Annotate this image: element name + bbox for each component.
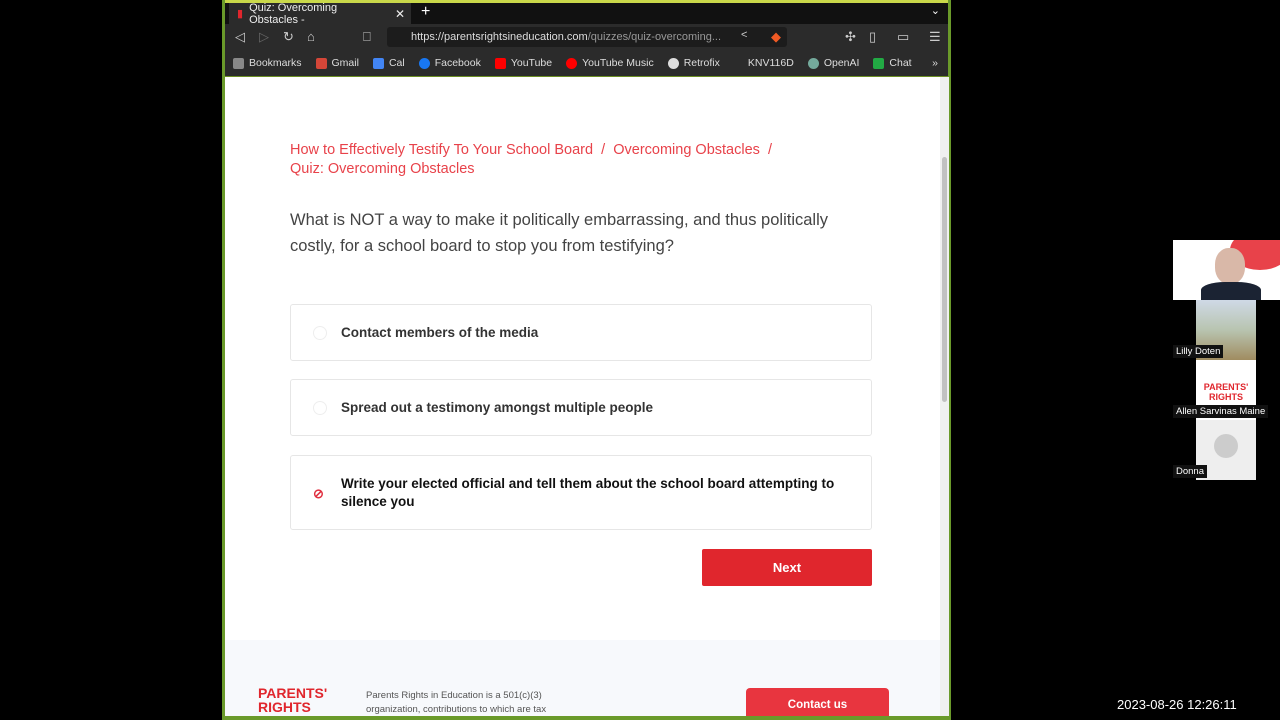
- back-icon[interactable]: ◁: [235, 29, 245, 45]
- radio-icon[interactable]: [313, 400, 327, 415]
- bookmark-label: Gmail: [331, 57, 359, 69]
- breadcrumb-separator: /: [601, 142, 606, 158]
- option-label: Contact members of the media: [341, 324, 539, 340]
- next-label: Next: [772, 560, 802, 575]
- scrollbar-thumb[interactable]: [942, 157, 947, 402]
- bookmark-item[interactable]: Gmail: [315, 57, 359, 69]
- browser-window: ▮ Quiz: Overcoming Obstacles - ✕ + ⌄ ◁ ▷…: [222, 0, 951, 720]
- radio-icon[interactable]: [313, 325, 327, 340]
- bookmark-item[interactable]: Facebook: [418, 57, 481, 69]
- bookmark-label: Bookmarks: [249, 57, 302, 69]
- tab-quiz[interactable]: ▮ Quiz: Overcoming Obstacles - ✕: [229, 1, 411, 26]
- bookmark-item[interactable]: YouTube Music: [566, 57, 654, 69]
- youtube-music-icon: [566, 57, 578, 69]
- favicon-icon: ▮: [237, 8, 244, 20]
- bookmark-item[interactable]: Bookmarks: [233, 57, 302, 69]
- chevron-down-icon[interactable]: ⌄: [931, 4, 940, 17]
- sidebar-icon[interactable]: ▯: [869, 29, 876, 45]
- parents-rights-logo: PARENTS' RIGHTS: [258, 685, 328, 715]
- globe-icon: [667, 57, 679, 69]
- breadcrumb-lesson[interactable]: Overcoming Obstacles: [613, 142, 760, 158]
- answer-option[interactable]: Contact members of the media: [290, 304, 872, 361]
- close-tab-icon[interactable]: ✕: [395, 7, 405, 21]
- bookmark-item[interactable]: OpenAI: [807, 57, 860, 69]
- participant-name: Allen Sarvinas Maine: [1173, 405, 1269, 418]
- bookmark-label: Chat: [889, 57, 912, 69]
- bookmark-item[interactable]: Chat: [873, 57, 912, 69]
- option-label: Write your elected official and tell the…: [341, 475, 835, 509]
- more-bookmarks-icon[interactable]: »: [932, 57, 938, 69]
- option-label: Spread out a testimony amongst multiple …: [341, 399, 654, 415]
- new-tab-icon[interactable]: +: [421, 3, 430, 21]
- facebook-icon: [418, 57, 430, 69]
- bookmark-label: KNV116D: [747, 57, 794, 69]
- forward-icon[interactable]: ▷: [259, 29, 269, 45]
- page-content: How to Effectively Testify To Your Schoo…: [225, 77, 940, 716]
- check-circle-icon[interactable]: ⊘: [313, 485, 324, 503]
- breadcrumb-course[interactable]: How to Effectively Testify To Your Schoo…: [290, 142, 593, 158]
- timestamp: 2023-08-26 12:26:11: [1117, 697, 1237, 712]
- share-icon[interactable]: <: [741, 29, 747, 41]
- breadcrumb-quiz[interactable]: Quiz: Overcoming Obstacles: [290, 161, 475, 177]
- youtube-icon: [494, 57, 506, 69]
- bookmark-label: YouTube Music: [582, 57, 654, 69]
- scrollbar[interactable]: [940, 77, 949, 716]
- bookmark-label: Facebook: [434, 57, 481, 69]
- wallet-icon[interactable]: ▭: [897, 29, 909, 45]
- extensions-icon[interactable]: ✣: [845, 29, 856, 45]
- tab-bar: ▮ Quiz: Overcoming Obstacles - ✕ + ⌄: [225, 0, 948, 26]
- footer: PARENTS' RIGHTS Parents Rights in Educati…: [225, 640, 940, 716]
- footer-text: Parents Rights in Education is a 501(c)(…: [366, 690, 547, 715]
- answer-option[interactable]: Spread out a testimony amongst multiple …: [290, 379, 872, 436]
- next-button[interactable]: Next: [702, 549, 872, 586]
- bookmark-item[interactable]: YouTube: [494, 57, 553, 69]
- toolbar: ◁ ▷ ↻ ⌂ ⎕ https://parentsrightsineducati…: [225, 24, 948, 50]
- folder-icon: [233, 57, 244, 69]
- participant-name: Lilly Doten: [1173, 345, 1224, 358]
- tab-title: Quiz: Overcoming Obstacles -: [249, 1, 338, 26]
- bookmark-icon[interactable]: ⎕: [363, 29, 371, 45]
- bookmark-label: YouTube: [510, 57, 553, 69]
- breadcrumb: How to Effectively Testify To Your Schoo…: [290, 141, 850, 179]
- contact-us-button[interactable]: Contact us: [746, 688, 889, 716]
- bookmark-item[interactable]: KNV116D: [748, 57, 794, 69]
- address-bar[interactable]: https://parentsrightsineducation.com/qui…: [387, 27, 787, 47]
- bookmark-label: Cal: [388, 57, 405, 69]
- bookmarks-bar: Bookmarks Gmail Cal Facebook YouTube You…: [225, 50, 948, 76]
- bookmark-label: Retrofix: [683, 57, 720, 69]
- video-tile-host: [1173, 240, 1280, 300]
- question-text: What is NOT a way to make it politically…: [290, 211, 828, 255]
- chat-icon: [873, 57, 885, 69]
- avatar-icon: [1214, 434, 1238, 458]
- bookmark-item[interactable]: Retrofix: [667, 57, 720, 69]
- breadcrumb-separator: /: [767, 142, 772, 158]
- gmail-icon: [315, 57, 327, 69]
- bookmark-item[interactable]: Cal: [372, 57, 405, 69]
- home-icon[interactable]: ⌂: [307, 29, 315, 44]
- openai-icon: [807, 57, 819, 69]
- calendar-icon: [372, 57, 384, 69]
- brave-shield-icon[interactable]: ◆: [771, 29, 781, 45]
- answer-option-selected[interactable]: ⊘ Write your elected official and tell t…: [290, 455, 872, 530]
- participant-name: Donna: [1173, 465, 1207, 478]
- menu-icon[interactable]: ☰: [929, 29, 941, 45]
- reload-icon[interactable]: ↻: [283, 29, 294, 45]
- bookmark-label: OpenAI: [823, 57, 860, 69]
